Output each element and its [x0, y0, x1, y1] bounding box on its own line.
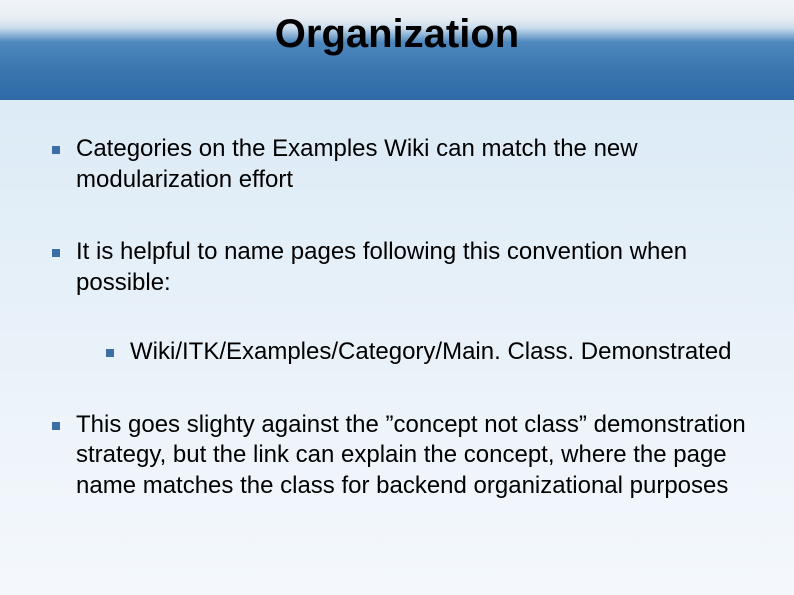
slide-title: Organization: [275, 12, 519, 57]
sub-bullet-list: Wiki/ITK/Examples/Category/Main. Class. …: [76, 337, 754, 368]
bullet-item: This goes slighty against the ”concept n…: [40, 410, 754, 502]
slide-header: Organization: [0, 0, 794, 100]
bullet-list: Categories on the Examples Wiki can matc…: [40, 134, 754, 502]
bullet-text: This goes slighty against the ”concept n…: [76, 411, 746, 499]
bullet-item: It is helpful to name pages following th…: [40, 237, 754, 367]
sub-bullet-item: Wiki/ITK/Examples/Category/Main. Class. …: [76, 337, 754, 368]
sub-bullet-text: Wiki/ITK/Examples/Category/Main. Class. …: [130, 338, 732, 365]
slide-body: Categories on the Examples Wiki can matc…: [0, 100, 794, 502]
bullet-text: Categories on the Examples Wiki can matc…: [76, 135, 638, 193]
bullet-item: Categories on the Examples Wiki can matc…: [40, 134, 754, 195]
bullet-text: It is helpful to name pages following th…: [76, 238, 687, 296]
